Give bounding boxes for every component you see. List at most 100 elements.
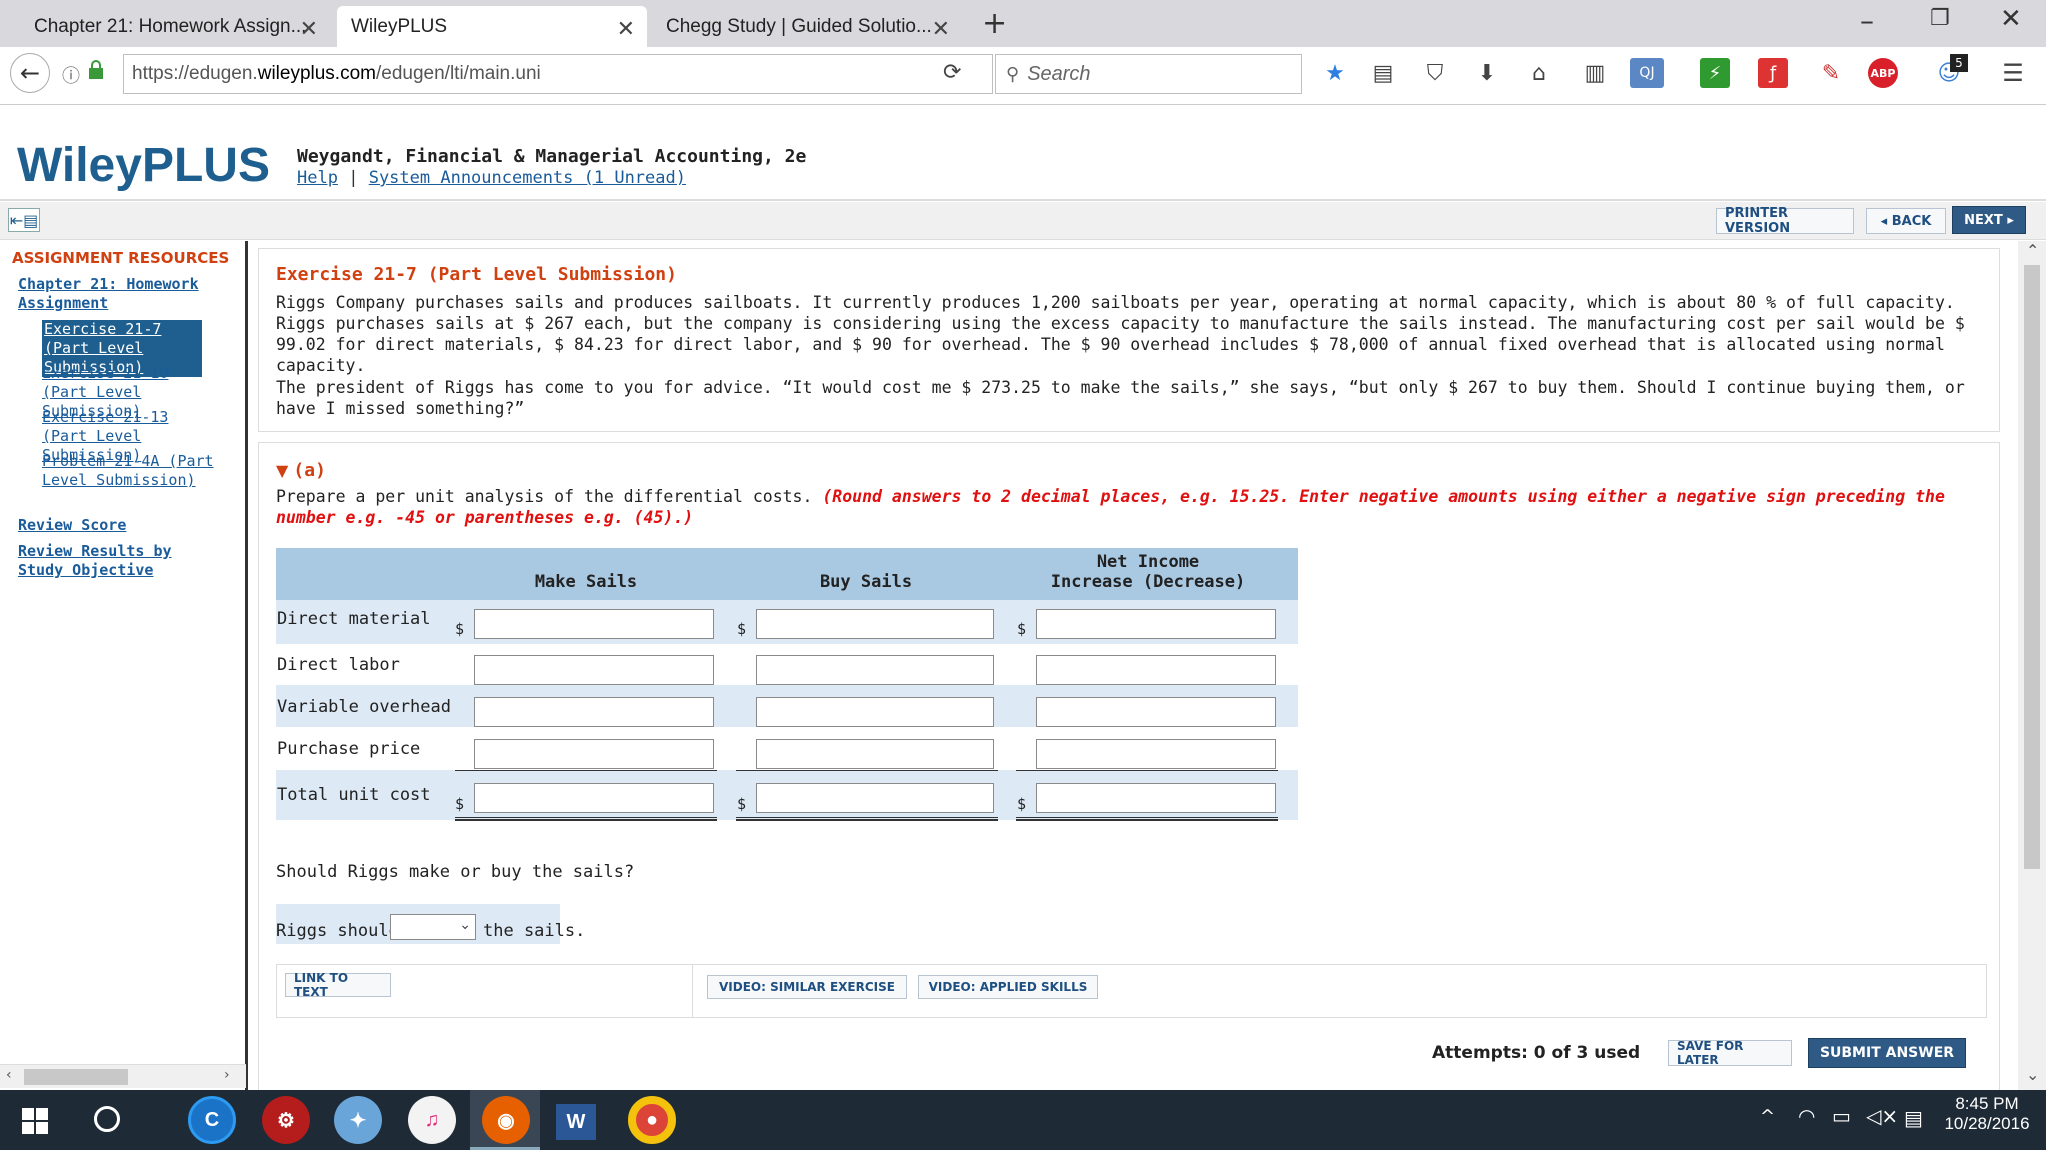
scroll-up-icon[interactable]: ⌃	[2026, 241, 2039, 260]
minimize-icon[interactable]: –	[1860, 4, 1874, 37]
col-header-net-income-1: Net Income	[1096, 552, 1200, 572]
scroll-thumb[interactable]	[24, 1069, 128, 1085]
restore-icon[interactable]: ❐	[1930, 6, 1950, 31]
word-icon[interactable]: W	[556, 1104, 596, 1140]
col-header-make: Make Sails	[534, 572, 638, 592]
tab-wileyplus[interactable]: WileyPLUS ✕	[337, 6, 647, 47]
tab-label: WileyPLUS	[351, 15, 448, 37]
buy-total-unit-cost-input[interactable]	[756, 783, 994, 813]
announcements-link[interactable]: System Announcements (1 Unread)	[369, 168, 686, 188]
ccleaner-icon[interactable]: C	[188, 1096, 236, 1144]
wifi-icon[interactable]: ◠	[1798, 1104, 1815, 1128]
net-direct-material-input[interactable]	[1036, 609, 1276, 639]
tray-chevron-icon[interactable]: ^	[1760, 1106, 1775, 1127]
notification-badge: 5	[1950, 54, 1968, 72]
net-direct-labor-input[interactable]	[1036, 655, 1276, 685]
tab-chegg[interactable]: Chegg Study | Guided Solutio... ✕	[652, 6, 962, 47]
action-center-icon[interactable]: ▤	[1904, 1106, 1923, 1130]
cortana-icon[interactable]	[94, 1106, 120, 1132]
make-variable-overhead-input[interactable]	[474, 697, 714, 727]
buy-direct-labor-input[interactable]	[756, 655, 994, 685]
make-purchase-price-input[interactable]	[474, 739, 714, 769]
extension-pdf-icon[interactable]: ✎	[1816, 58, 1846, 88]
riggs-should-label: Riggs should	[276, 921, 399, 941]
menu-icon[interactable]: ☰	[1998, 58, 2028, 88]
extension-flash-icon[interactable]: ƒ	[1758, 58, 1788, 88]
buy-purchase-price-input[interactable]	[756, 739, 994, 769]
help-link[interactable]: Help	[297, 168, 338, 188]
printer-version-button[interactable]: PRINTER VERSION	[1716, 206, 1854, 236]
video-applied-skills-button[interactable]: VIDEO: APPLIED SKILLS	[918, 975, 1098, 999]
back-arrow-icon[interactable]: ←	[10, 53, 50, 93]
back-button[interactable]: ◂ BACK	[1866, 208, 1946, 234]
close-tab-icon[interactable]: ✕	[932, 16, 950, 42]
bookmark-star-icon[interactable]: ★	[1320, 58, 1350, 88]
net-purchase-price-input[interactable]	[1036, 739, 1276, 769]
app-icon[interactable]: ⚙	[262, 1096, 310, 1144]
scroll-left-icon[interactable]: ‹	[6, 1067, 12, 1083]
net-total-unit-cost-input[interactable]	[1036, 783, 1276, 813]
row-label-purchase-price: Purchase price	[277, 739, 421, 759]
dollar-sign: $	[737, 620, 747, 638]
review-results-link[interactable]: Review Results by Study Objective	[18, 542, 198, 580]
home-icon[interactable]: ⌂	[1524, 58, 1554, 88]
sum-line	[1016, 770, 1278, 771]
dollar-sign: $	[1017, 795, 1027, 813]
net-variable-overhead-input[interactable]	[1036, 697, 1276, 727]
make-or-buy-select[interactable]: ⌄	[390, 914, 476, 940]
make-direct-material-input[interactable]	[474, 609, 714, 639]
reading-list-icon[interactable]: ▤	[1368, 58, 1398, 88]
itunes-icon[interactable]: ♫	[408, 1096, 456, 1144]
dollar-sign: $	[1017, 620, 1027, 638]
download-icon[interactable]: ⬇	[1472, 58, 1502, 88]
info-icon[interactable]: ⓘ	[62, 62, 80, 88]
part-a-header[interactable]: ▼ (a)	[276, 460, 326, 481]
row-label-variable-overhead: Variable overhead	[277, 697, 451, 717]
windows-start-icon[interactable]	[22, 1108, 48, 1134]
link-to-text-button[interactable]: LINK TO TEXT	[285, 971, 391, 999]
col-header-buy: Buy Sails	[819, 572, 913, 592]
reload-icon[interactable]: ⟳	[943, 60, 961, 85]
wileyplus-logo[interactable]: WileyPLUS	[17, 138, 270, 193]
safari-icon[interactable]: ✦	[334, 1096, 382, 1144]
extension-green-icon[interactable]: ⚡	[1700, 58, 1730, 88]
buy-variable-overhead-input[interactable]	[756, 697, 994, 727]
close-tab-icon[interactable]: ✕	[300, 16, 318, 42]
clock-date: 10/28/2016	[1944, 1114, 2030, 1133]
firefox-icon[interactable]: ◉	[482, 1096, 530, 1144]
video-similar-exercise-button[interactable]: VIDEO: SIMILAR EXERCISE	[707, 975, 907, 999]
extension-book-icon[interactable]: ▥	[1580, 58, 1610, 88]
review-score-link[interactable]: Review Score	[18, 516, 126, 535]
url-path: /edugen/lti/main.uni	[375, 63, 541, 84]
make-total-unit-cost-input[interactable]	[474, 783, 714, 813]
save-for-later-button[interactable]: SAVE FOR LATER	[1668, 1039, 1792, 1067]
clock[interactable]: 8:45 PM 10/28/2016	[1942, 1094, 2032, 1134]
volume-muted-icon[interactable]: ◁×	[1866, 1104, 1898, 1128]
sidebar-chapter-link[interactable]: Chapter 21: Homework Assignment	[18, 275, 228, 313]
new-tab-button[interactable]: +	[982, 6, 1007, 41]
tab-chapter-21[interactable]: Chapter 21: Homework Assign... ✕	[20, 6, 330, 47]
header-links: Help | System Announcements (1 Unread)	[297, 168, 686, 188]
main-vertical-scrollbar[interactable]: ⌃ ⌄	[2018, 241, 2046, 1090]
scroll-right-icon[interactable]: ›	[224, 1067, 230, 1083]
scroll-thumb[interactable]	[2024, 265, 2040, 869]
adblock-icon[interactable]: ABP	[1868, 58, 1898, 88]
battery-icon[interactable]: ▭	[1832, 1104, 1851, 1128]
sidebar-item-problem-21-4a[interactable]: Problem 21-4A (Part Level Submission)	[42, 452, 222, 490]
pocket-icon[interactable]: ⛉	[1420, 58, 1450, 88]
close-window-icon[interactable]: ✕	[2000, 4, 2022, 34]
dollar-sign: $	[455, 620, 465, 638]
lock-icon[interactable]	[88, 60, 104, 79]
chrome-icon[interactable]: ●	[628, 1096, 676, 1144]
close-tab-icon[interactable]: ✕	[617, 16, 635, 42]
sidebar-horizontal-scrollbar[interactable]: ‹ ›	[0, 1064, 246, 1088]
make-direct-labor-input[interactable]	[474, 655, 714, 685]
submit-answer-button[interactable]: SUBMIT ANSWER	[1808, 1038, 1966, 1068]
next-button[interactable]: NEXT ▸	[1952, 206, 2026, 234]
scroll-down-icon[interactable]: ⌄	[2026, 1065, 2039, 1084]
search-input[interactable]: ⚲ Search	[995, 54, 1302, 94]
extension-qj-icon[interactable]: QJ	[1630, 58, 1664, 88]
url-bar[interactable]: https://edugen. wileyplus.com/edugen/lti/…	[123, 54, 993, 94]
buy-direct-material-input[interactable]	[756, 609, 994, 639]
collapse-sidebar-icon[interactable]: ⇤▤	[8, 208, 40, 232]
